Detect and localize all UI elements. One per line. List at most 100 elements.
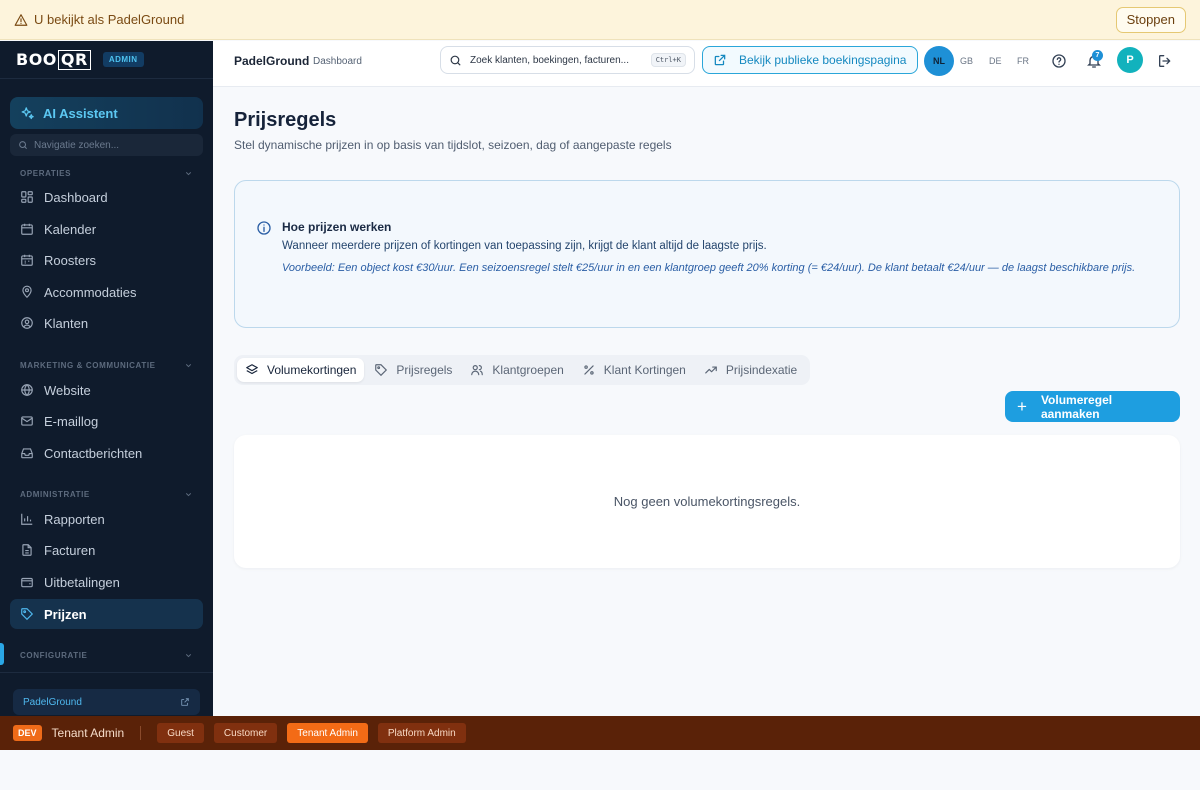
empty-state-text: Nog geen volumekortingsregels. [613, 494, 801, 509]
dev-badge: DEV [13, 725, 42, 741]
mail-icon [21, 416, 33, 426]
schedule-icon [21, 254, 33, 266]
sidebar-item-klanten[interactable]: Klanten [10, 308, 203, 338]
breadcrumb-page[interactable]: Dashboard [313, 56, 362, 67]
trending-up-icon [705, 366, 717, 374]
role-customer-button[interactable]: Customer [213, 723, 278, 743]
notification-badge: 7 [1092, 50, 1103, 61]
create-volume-rule-button[interactable]: + Volumeregel aanmaken [1005, 391, 1180, 422]
global-search[interactable]: Ctrl+K [440, 46, 695, 74]
tab-klantgroepen[interactable]: Klantgroepen [462, 358, 571, 382]
tenant-link[interactable]: PadelGround [13, 689, 200, 715]
info-icon [257, 221, 271, 235]
user-avatar[interactable]: P [1117, 47, 1143, 73]
active-indicator [0, 643, 4, 665]
admin-badge: ADMIN [102, 52, 144, 67]
users-icon [471, 365, 484, 376]
role-platform-admin-button[interactable]: Platform Admin [377, 723, 466, 743]
nav-search-input[interactable] [34, 139, 184, 151]
info-description: Wanneer meerdere prijzen of kortingen va… [282, 240, 767, 252]
tenant-name: PadelGround [23, 696, 82, 708]
section-marketing[interactable]: MARKETING & COMMUNICATIE [20, 361, 193, 370]
impersonation-text: U bekijkt als PadelGround [34, 12, 185, 27]
lang-fr[interactable]: FR [1017, 56, 1029, 66]
help-icon[interactable] [1051, 53, 1067, 69]
layers-icon [246, 364, 258, 375]
tab-volumekortingen[interactable]: Volumekortingen [237, 358, 365, 382]
sidebar-item-kalender[interactable]: Kalender [10, 214, 203, 244]
section-administratie[interactable]: ADMINISTRATIE [20, 490, 193, 499]
breadcrumb-org[interactable]: PadelGround [234, 54, 309, 68]
lang-de[interactable]: DE [989, 56, 1002, 66]
pricing-tabs: Volumekortingen Prijsregels Klantgroepen… [234, 355, 811, 385]
bottom-strip [0, 750, 1200, 790]
grid-icon [21, 191, 33, 203]
globe-icon [21, 383, 33, 397]
info-card: Hoe prijzen werken Wanneer meerdere prij… [234, 180, 1180, 328]
tag-icon [21, 608, 34, 621]
page-subtitle: Stel dynamische prijzen in op basis van … [234, 138, 672, 152]
tab-prijsindexatie[interactable]: Prijsindexatie [696, 358, 805, 382]
tab-prijsregels[interactable]: Prijsregels [366, 358, 460, 382]
tab-klant-kortingen[interactable]: Klant Kortingen [574, 358, 694, 382]
search-shortcut: Ctrl+K [650, 53, 686, 67]
top-header: PadelGround Dashboard Ctrl+K Bekijk publ… [213, 41, 1200, 87]
external-link-icon [181, 698, 189, 706]
percent-icon [584, 365, 594, 375]
sidebar-divider [0, 672, 213, 673]
dev-divider [140, 726, 142, 740]
stop-impersonation-button[interactable]: Stoppen [1115, 6, 1186, 33]
role-guest-button[interactable]: Guest [157, 723, 204, 743]
sidebar: BOOQR ADMIN AI Assistent OPERATIES Dashb… [0, 41, 213, 716]
sidebar-item-emaillog[interactable]: E-maillog [10, 406, 203, 436]
info-example: Voorbeeld: Een object kost €30/uur. Een … [282, 262, 1136, 274]
sidebar-item-contactberichten[interactable]: Contactberichten [10, 438, 203, 468]
sidebar-item-rapporten[interactable]: Rapporten [10, 504, 203, 534]
chevron-down-icon [185, 364, 192, 368]
tag-icon [375, 364, 388, 377]
logo-row: BOO QR ADMIN [0, 41, 213, 79]
dev-toolbar: DEV Tenant Admin Guest Customer Tenant A… [0, 716, 1200, 750]
inbox-icon [21, 448, 33, 459]
global-search-input[interactable] [470, 54, 642, 66]
section-operaties[interactable]: OPERATIES [20, 169, 193, 178]
impersonation-banner: U bekijkt als PadelGround Stoppen [0, 0, 1200, 40]
sidebar-item-uitbetalingen[interactable]: Uitbetalingen [10, 567, 203, 597]
user-circle-icon [21, 317, 33, 329]
wallet-icon [21, 577, 33, 588]
ai-assistant-label: AI Assistent [43, 105, 118, 121]
page-title: Prijsregels [234, 109, 337, 131]
sidebar-item-prijzen[interactable]: Prijzen [10, 599, 203, 629]
role-tenant-admin-button[interactable]: Tenant Admin [287, 723, 368, 743]
warning-icon [14, 13, 28, 26]
logout-icon[interactable] [1157, 53, 1173, 69]
sparkles-icon [21, 106, 34, 119]
external-link-icon [714, 54, 726, 66]
info-title: Hoe prijzen werken [282, 220, 392, 234]
ai-assistant-button[interactable]: AI Assistent [10, 97, 203, 129]
search-icon [450, 55, 461, 65]
lang-nl[interactable]: NL [924, 46, 954, 76]
lang-gb[interactable]: GB [960, 56, 973, 66]
calendar-icon [21, 223, 33, 235]
chevron-down-icon [185, 654, 192, 658]
bar-chart-icon [21, 513, 33, 525]
chevron-down-icon [185, 493, 192, 497]
empty-state-card: Nog geen volumekortingsregels. [234, 435, 1180, 568]
file-text-icon [22, 544, 32, 556]
nav-search[interactable] [10, 134, 203, 156]
plus-icon: + [1017, 397, 1027, 416]
search-icon [19, 141, 27, 149]
sidebar-item-roosters[interactable]: Roosters [10, 245, 203, 275]
main-content: Prijsregels Stel dynamische prijzen in o… [213, 87, 1200, 716]
map-pin-icon [22, 285, 32, 299]
sidebar-item-facturen[interactable]: Facturen [10, 535, 203, 565]
logo[interactable]: BOO QR [16, 49, 91, 70]
sidebar-item-accommodaties[interactable]: Accommodaties [10, 277, 203, 307]
sidebar-item-dashboard[interactable]: Dashboard [10, 182, 203, 212]
sidebar-item-website[interactable]: Website [10, 375, 203, 405]
chevron-down-icon [185, 172, 192, 176]
public-booking-button[interactable]: Bekijk publieke boekingspagina [702, 46, 918, 74]
section-configuratie[interactable]: CONFIGURATIE [20, 651, 193, 660]
current-role: Tenant Admin [51, 726, 125, 740]
